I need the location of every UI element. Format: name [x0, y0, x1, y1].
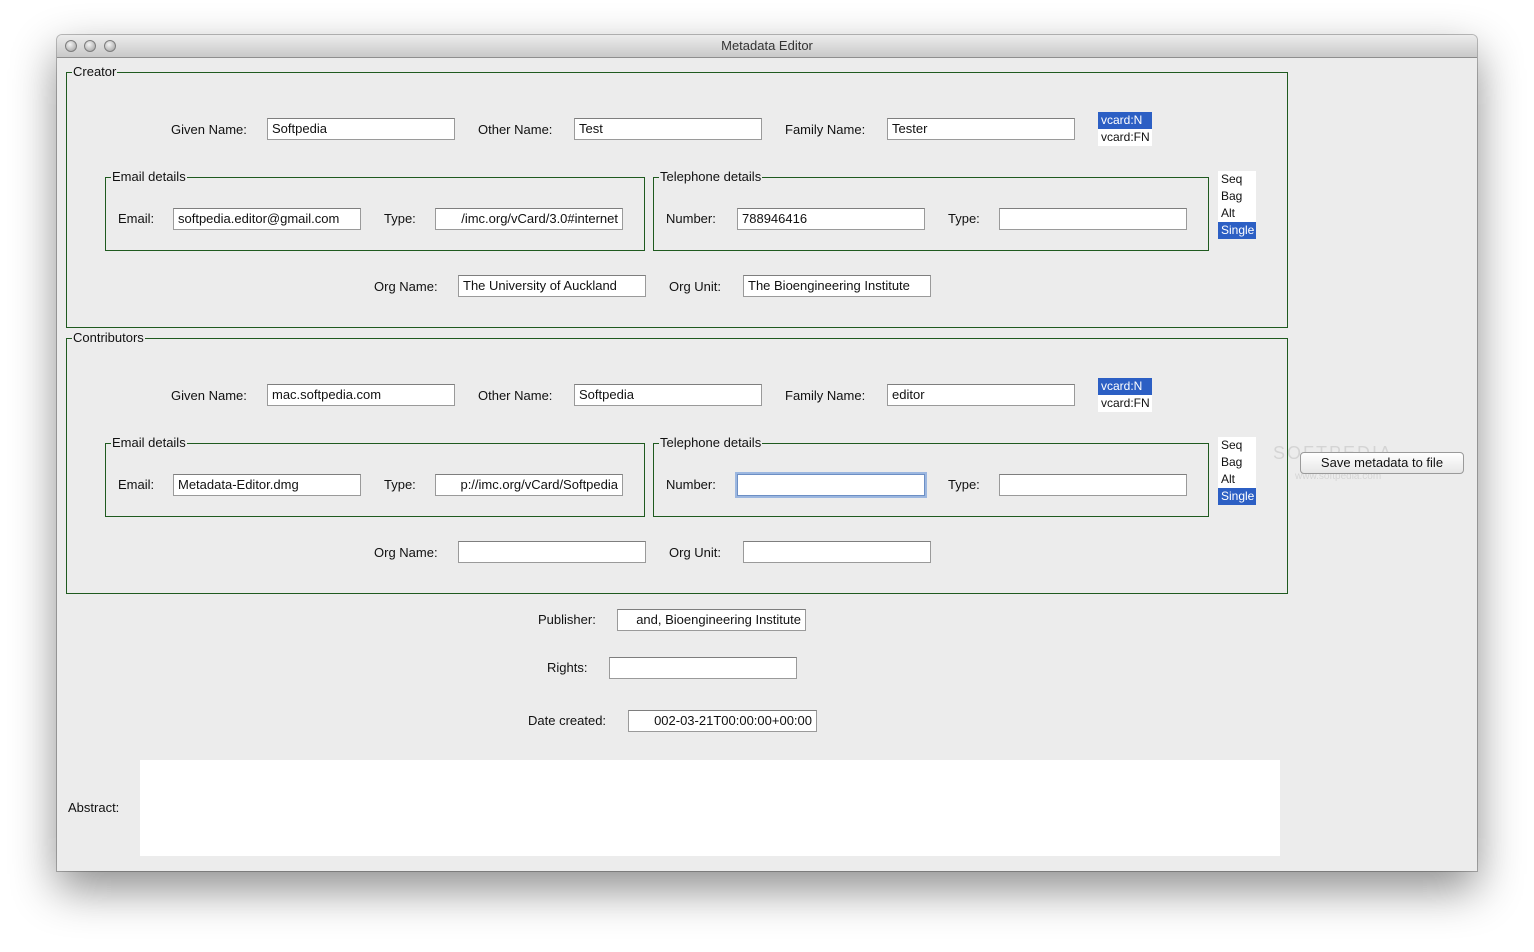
date-created-label: Date created: [528, 713, 607, 728]
contrib-org-unit-input[interactable] [743, 541, 931, 563]
abstract-textarea[interactable] [140, 760, 1280, 856]
creator-email-type-input[interactable]: /imc.org/vCard/3.0#internet [435, 208, 623, 230]
publisher-label: Publisher: [538, 612, 596, 627]
creator-name-format-option[interactable]: vcard:FN [1098, 129, 1152, 146]
creator-telephone-group: Telephone details Number: 788946416 Type… [653, 169, 1209, 251]
app-window: Metadata Editor Creator Given Name: Soft… [57, 35, 1477, 871]
creator-given-name-input[interactable]: Softpedia [267, 118, 455, 140]
contrib-family-name-label: Family Name: [785, 388, 866, 403]
creator-container-option[interactable]: Bag [1218, 188, 1256, 205]
contrib-name-format-option[interactable]: vcard:FN [1098, 395, 1152, 412]
contrib-tel-type-input[interactable] [999, 474, 1187, 496]
creator-tel-number-input[interactable]: 788946416 [737, 208, 925, 230]
creator-container-option[interactable]: Single [1218, 222, 1256, 239]
contrib-container-type-list[interactable]: Seq Bag Alt Single [1218, 437, 1256, 505]
save-metadata-button[interactable]: Save metadata to file [1300, 452, 1464, 474]
contrib-family-name-input[interactable]: editor [887, 384, 1075, 406]
contrib-given-name-input[interactable]: mac.softpedia.com [267, 384, 455, 406]
contrib-email-input[interactable]: Metadata-Editor.dmg [173, 474, 361, 496]
creator-family-name-input[interactable]: Tester [887, 118, 1075, 140]
contrib-email-type-input[interactable]: p://imc.org/vCard/Softpedia [435, 474, 623, 496]
creator-org-unit-label: Org Unit: [669, 279, 722, 294]
contrib-telephone-group: Telephone details Number: Type: [653, 435, 1209, 517]
creator-group: Creator Given Name: Softpedia Other Name… [66, 64, 1288, 328]
contrib-other-name-label: Other Name: [478, 388, 553, 403]
contrib-container-option[interactable]: Single [1218, 488, 1256, 505]
creator-telephone-legend: Telephone details [659, 169, 763, 185]
title-bar: Metadata Editor [57, 35, 1477, 58]
creator-tel-type-input[interactable] [999, 208, 1187, 230]
creator-email-group: Email details Email: softpedia.editor@gm… [105, 169, 645, 251]
contrib-email-type-label: Type: [384, 477, 416, 492]
contrib-email-legend: Email details [111, 435, 187, 451]
creator-email-type-label: Type: [384, 211, 416, 226]
creator-tel-number-label: Number: [666, 211, 716, 226]
rights-label: Rights: [547, 660, 588, 675]
contrib-telephone-legend: Telephone details [659, 435, 763, 451]
close-window-icon[interactable] [65, 40, 77, 52]
abstract-label: Abstract: [68, 800, 120, 815]
creator-container-option[interactable]: Seq [1218, 171, 1256, 188]
contrib-container-option[interactable]: Bag [1218, 454, 1256, 471]
contrib-container-option[interactable]: Seq [1218, 437, 1256, 454]
window-title: Metadata Editor [721, 38, 813, 53]
contributors-group: Contributors Given Name: mac.softpedia.c… [66, 330, 1288, 594]
creator-container-option[interactable]: Alt [1218, 205, 1256, 222]
creator-org-name-input[interactable]: The University of Auckland [458, 275, 646, 297]
contrib-given-name-label: Given Name: [171, 388, 247, 403]
creator-org-name-label: Org Name: [374, 279, 438, 294]
contrib-other-name-input[interactable]: Softpedia [574, 384, 762, 406]
creator-email-label: Email: [118, 211, 155, 226]
minimize-window-icon[interactable] [84, 40, 96, 52]
creator-given-name-label: Given Name: [171, 122, 247, 137]
contrib-name-format-list[interactable]: vcard:N vcard:FN [1098, 378, 1152, 412]
publisher-input[interactable]: and, Bioengineering Institute [617, 609, 806, 631]
creator-family-name-label: Family Name: [785, 122, 866, 137]
contrib-email-group: Email details Email: Metadata-Editor.dmg… [105, 435, 645, 517]
contrib-org-unit-label: Org Unit: [669, 545, 722, 560]
contributors-legend: Contributors [72, 330, 145, 346]
creator-org-unit-input[interactable]: The Bioengineering Institute [743, 275, 931, 297]
contrib-tel-type-label: Type: [948, 477, 980, 492]
contrib-container-option[interactable]: Alt [1218, 471, 1256, 488]
zoom-window-icon[interactable] [104, 40, 116, 52]
creator-legend: Creator [72, 64, 118, 80]
contrib-org-name-label: Org Name: [374, 545, 438, 560]
contrib-org-name-input[interactable] [458, 541, 646, 563]
creator-other-name-input[interactable]: Test [574, 118, 762, 140]
creator-name-format-list[interactable]: vcard:N vcard:FN [1098, 112, 1152, 146]
contrib-name-format-option[interactable]: vcard:N [1098, 378, 1152, 395]
creator-tel-type-label: Type: [948, 211, 980, 226]
creator-name-format-option[interactable]: vcard:N [1098, 112, 1152, 129]
creator-email-input[interactable]: softpedia.editor@gmail.com [173, 208, 361, 230]
contrib-tel-number-label: Number: [666, 477, 716, 492]
contrib-tel-number-input[interactable] [737, 474, 925, 496]
creator-container-type-list[interactable]: Seq Bag Alt Single [1218, 171, 1256, 239]
contrib-email-label: Email: [118, 477, 155, 492]
creator-other-name-label: Other Name: [478, 122, 553, 137]
rights-input[interactable] [609, 657, 797, 679]
creator-email-legend: Email details [111, 169, 187, 185]
date-created-input[interactable]: 002-03-21T00:00:00+00:00 [628, 710, 817, 732]
